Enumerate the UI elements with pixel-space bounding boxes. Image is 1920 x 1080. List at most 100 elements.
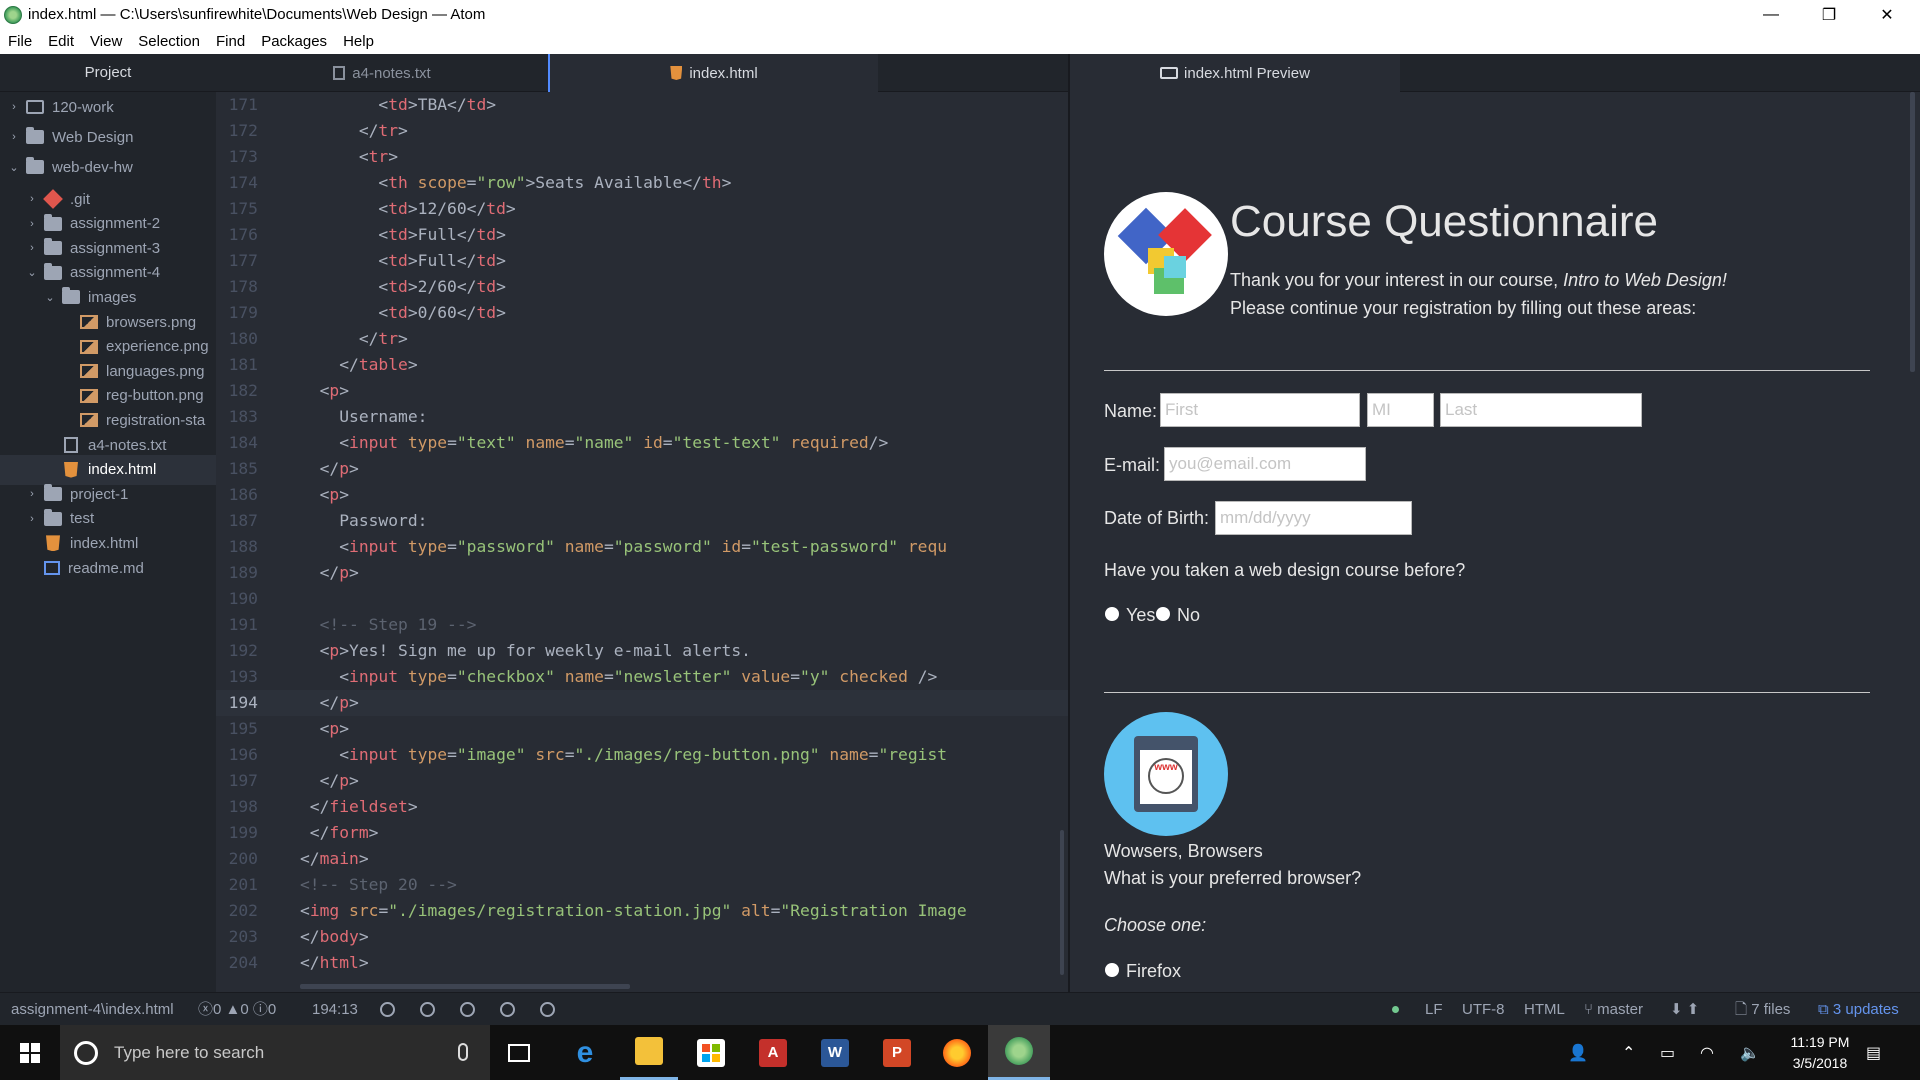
code-line[interactable]: 204 </html> xyxy=(216,950,1068,976)
git-fetch-buttons[interactable]: ⬇ ⬆ xyxy=(1670,993,1699,1026)
code-line[interactable]: 192 <p>Yes! Sign me up for weekly e-mail… xyxy=(216,638,1068,664)
code-line[interactable]: 175 <td>12/60</td> xyxy=(216,196,1068,222)
cursor-position[interactable]: 194:13 xyxy=(312,993,358,1026)
line-number[interactable]: 203 xyxy=(216,924,258,950)
code-line[interactable]: 188 <input type="password" name="passwor… xyxy=(216,534,1068,560)
no-radio[interactable] xyxy=(1156,607,1170,621)
battery-icon[interactable]: ▭ xyxy=(1660,1025,1675,1080)
code-line[interactable]: 202 <img src="./images/registration-stati… xyxy=(216,898,1068,924)
line-number[interactable]: 185 xyxy=(216,456,258,482)
chevron-right-icon[interactable]: › xyxy=(26,242,38,254)
code-line[interactable]: 171 <td>TBA</td> xyxy=(216,92,1068,118)
vertical-scrollbar[interactable] xyxy=(1060,830,1064,975)
action-center-icon[interactable]: ▤ xyxy=(1866,1025,1881,1080)
email-input[interactable]: you@email.com xyxy=(1164,447,1366,481)
code-line[interactable]: 183 Username: xyxy=(216,404,1068,430)
file-path[interactable]: assignment-4\index.html xyxy=(11,993,174,1026)
encoding[interactable]: UTF-8 xyxy=(1462,993,1505,1026)
line-number[interactable]: 183 xyxy=(216,404,258,430)
horizontal-scrollbar[interactable] xyxy=(300,984,630,989)
atom-button[interactable] xyxy=(988,1025,1050,1080)
chevron-right-icon[interactable]: › xyxy=(26,218,38,230)
line-number[interactable]: 196 xyxy=(216,742,258,768)
code-line[interactable]: 174 <th scope="row">Seats Available</th> xyxy=(216,170,1068,196)
chevron-right-icon[interactable]: › xyxy=(8,131,20,143)
code-line[interactable]: 198 </fieldset> xyxy=(216,794,1068,820)
clock[interactable]: 11:19 PM 3/5/2018 xyxy=(1775,1032,1865,1074)
preview-scrollbar[interactable] xyxy=(1910,92,1915,372)
line-number[interactable]: 204 xyxy=(216,950,258,976)
line-number[interactable]: 184 xyxy=(216,430,258,456)
code-line[interactable]: 184 <input type="text" name="name" id="t… xyxy=(216,430,1068,456)
code-line[interactable]: 195 <p> xyxy=(216,716,1068,742)
line-number[interactable]: 175 xyxy=(216,196,258,222)
dob-input[interactable]: mm/dd/yyyy xyxy=(1215,501,1412,535)
volume-icon[interactable]: 🔈 xyxy=(1740,1025,1760,1080)
circle-icon[interactable] xyxy=(500,1002,515,1017)
code-line[interactable]: 199 </form> xyxy=(216,820,1068,846)
store-button[interactable] xyxy=(682,1025,740,1080)
chevron-down-icon[interactable]: ⌄ xyxy=(44,291,56,304)
middle-initial-input[interactable]: MI xyxy=(1367,393,1434,427)
chevron-right-icon[interactable]: › xyxy=(26,513,38,525)
line-number[interactable]: 176 xyxy=(216,222,258,248)
line-number[interactable]: 178 xyxy=(216,274,258,300)
line-number[interactable]: 188 xyxy=(216,534,258,560)
edge-button[interactable]: e xyxy=(556,1025,614,1080)
word-button[interactable]: W xyxy=(806,1025,864,1080)
sync-icon[interactable] xyxy=(380,1002,395,1017)
start-button[interactable] xyxy=(0,1025,60,1080)
last-name-input[interactable]: Last xyxy=(1440,393,1642,427)
no-entry-icon[interactable] xyxy=(540,1002,555,1017)
chevron-right-icon[interactable]: › xyxy=(8,101,20,113)
chevron-down-icon[interactable]: ⌄ xyxy=(26,266,38,279)
linter-summary[interactable]: ⓧ0 ▲0 ⓘ0 xyxy=(198,993,276,1026)
line-number[interactable]: 187 xyxy=(216,508,258,534)
menu-packages[interactable]: Packages xyxy=(253,33,335,50)
code-line[interactable]: 194 </p> xyxy=(216,690,1068,716)
line-number[interactable]: 177 xyxy=(216,248,258,274)
code-line[interactable]: 187 Password: xyxy=(216,508,1068,534)
line-number[interactable]: 192 xyxy=(216,638,258,664)
code-line[interactable]: 200 </main> xyxy=(216,846,1068,872)
people-icon[interactable]: 👤 xyxy=(1568,1025,1588,1080)
taskbar-search[interactable]: Type here to search xyxy=(60,1025,490,1080)
menu-edit[interactable]: Edit xyxy=(40,33,82,50)
code-line[interactable]: 181 </table> xyxy=(216,352,1068,378)
code-line[interactable]: 179 <td>0/60</td> xyxy=(216,300,1068,326)
code-line[interactable]: 191 <!-- Step 19 --> xyxy=(216,612,1068,638)
code-line[interactable]: 173 <tr> xyxy=(216,144,1068,170)
code-line[interactable]: 176 <td>Full</td> xyxy=(216,222,1068,248)
code-line[interactable]: 177 <td>Full</td> xyxy=(216,248,1068,274)
line-number[interactable]: 172 xyxy=(216,118,258,144)
maximize-button[interactable]: ❐ xyxy=(1800,0,1858,29)
line-number[interactable]: 202 xyxy=(216,898,258,924)
access-button[interactable]: A xyxy=(744,1025,802,1080)
tab-preview[interactable]: index.html Preview xyxy=(1070,54,1400,92)
firefox-button[interactable] xyxy=(928,1025,986,1080)
wifi-icon[interactable]: ◠ xyxy=(1700,1025,1714,1080)
line-number[interactable]: 181 xyxy=(216,352,258,378)
line-number[interactable]: 173 xyxy=(216,144,258,170)
close-button[interactable]: ✕ xyxy=(1858,0,1916,29)
line-number[interactable]: 201 xyxy=(216,872,258,898)
code-line[interactable]: 197 </p> xyxy=(216,768,1068,794)
line-number[interactable]: 195 xyxy=(216,716,258,742)
chevron-right-icon[interactable]: › xyxy=(26,488,38,500)
task-view-button[interactable] xyxy=(496,1025,542,1080)
line-number[interactable]: 180 xyxy=(216,326,258,352)
changed-files[interactable]: 🗋 7 files xyxy=(1735,993,1790,1026)
code-line[interactable]: 201 <!-- Step 20 --> xyxy=(216,872,1068,898)
line-number[interactable]: 194 xyxy=(216,690,258,716)
line-number[interactable]: 182 xyxy=(216,378,258,404)
tab-a4-notes[interactable]: a4-notes.txt xyxy=(216,54,548,92)
show-hidden-icons-button[interactable]: ⌃ xyxy=(1622,1025,1635,1080)
line-number[interactable]: 186 xyxy=(216,482,258,508)
line-number[interactable]: 174 xyxy=(216,170,258,196)
package-updates[interactable]: ⧉ 3 updates xyxy=(1818,993,1899,1026)
line-number[interactable]: 171 xyxy=(216,92,258,118)
grammar[interactable]: HTML xyxy=(1524,993,1565,1026)
menu-find[interactable]: Find xyxy=(208,33,253,50)
code-line[interactable]: 180 </tr> xyxy=(216,326,1068,352)
firefox-radio[interactable] xyxy=(1105,963,1119,977)
